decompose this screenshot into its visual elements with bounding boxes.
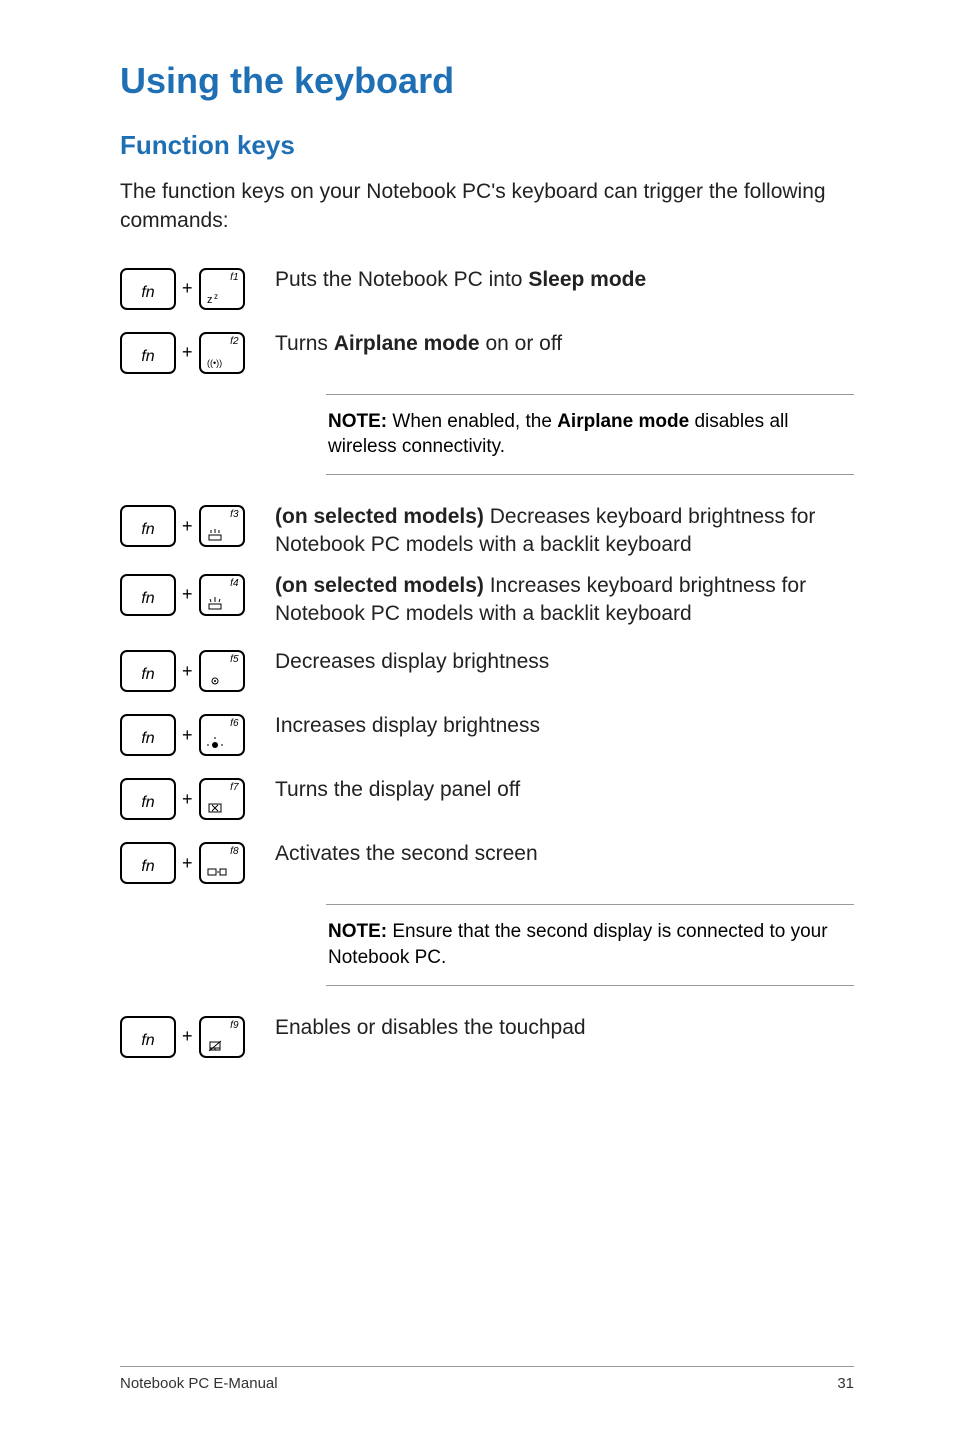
plus-icon: +	[180, 1026, 195, 1047]
desc-f4: (on selected models) Increases keyboard …	[275, 572, 854, 629]
key-fn: fn	[120, 842, 176, 884]
row-f2: fn + f2 ((•)) Turns Airplane mode on or …	[120, 330, 854, 374]
key-f9: f9	[199, 1016, 245, 1058]
key-f5-label: f5	[230, 654, 238, 665]
svg-text:z: z	[214, 292, 218, 301]
note2-post: Ensure that the second display is connec…	[328, 921, 828, 968]
note1-bold1: NOTE:	[328, 411, 387, 432]
plus-icon: +	[180, 853, 195, 874]
desc-f9: Enables or disables the touchpad	[275, 1014, 854, 1042]
key-fn: fn	[120, 778, 176, 820]
desc-f2: Turns Airplane mode on or off	[275, 330, 854, 358]
keycombo-f6: fn + f6	[120, 712, 275, 756]
key-f6-label: f6	[230, 718, 238, 729]
desc-f2-bold: Airplane mode	[334, 332, 480, 355]
row-f6: fn + f6 Increases display brightness	[120, 712, 854, 756]
key-f7-label: f7	[230, 782, 238, 793]
key-f6: f6	[199, 714, 245, 756]
row-f7: fn + f7 Turns the display panel off	[120, 776, 854, 820]
page-title: Using the keyboard	[120, 60, 854, 102]
key-f7: f7	[199, 778, 245, 820]
plus-icon: +	[180, 516, 195, 537]
keyboard-bright-icon	[207, 597, 225, 611]
row-f5: fn + f5 Decreases display brightness	[120, 648, 854, 692]
brightness-up-icon	[207, 737, 223, 751]
airplane-icon: ((•))	[207, 355, 225, 369]
touchpad-icon	[207, 1039, 223, 1053]
plus-icon: +	[180, 725, 195, 746]
desc-f2-pre: Turns	[275, 332, 334, 355]
key-fn: fn	[120, 1016, 176, 1058]
note-second-screen: NOTE: Ensure that the second display is …	[326, 904, 854, 985]
desc-f8: Activates the second screen	[275, 840, 854, 868]
row-f1: fn + f1 zz Puts the Notebook PC into Sle…	[120, 266, 854, 310]
note2-bold: NOTE:	[328, 921, 387, 942]
svg-text:z: z	[207, 294, 213, 305]
key-fn: fn	[120, 505, 176, 547]
note1-bold2: Airplane mode	[557, 411, 689, 432]
desc-f6: Increases display brightness	[275, 712, 854, 740]
key-fn: fn	[120, 714, 176, 756]
row-f8: fn + f8 Activates the second screen	[120, 840, 854, 884]
keycombo-f1: fn + f1 zz	[120, 266, 275, 310]
keycombo-f4: fn + f4	[120, 572, 275, 616]
plus-icon: +	[180, 584, 195, 605]
key-f9-label: f9	[230, 1020, 238, 1031]
keycombo-f8: fn + f8	[120, 840, 275, 884]
keycombo-f9: fn + f9	[120, 1014, 275, 1058]
plus-icon: +	[180, 661, 195, 682]
key-f3: f3	[199, 505, 245, 547]
key-f5: f5	[199, 650, 245, 692]
key-f1-label: f1	[230, 272, 238, 283]
desc-f1-pre: Puts the Notebook PC into	[275, 268, 528, 291]
key-fn: fn	[120, 650, 176, 692]
key-fn: fn	[120, 332, 176, 374]
brightness-down-icon	[207, 673, 223, 687]
svg-text:((•)): ((•))	[207, 358, 222, 368]
key-f8-label: f8	[230, 846, 238, 857]
keycombo-f2: fn + f2 ((•))	[120, 330, 275, 374]
key-f2-label: f2	[230, 336, 238, 347]
row-f3: fn + f3 (on selected models) Decreases k…	[120, 503, 854, 560]
key-f2: f2 ((•))	[199, 332, 245, 374]
desc-f2-post: on or off	[480, 332, 563, 355]
desc-f5: Decreases display brightness	[275, 648, 854, 676]
plus-icon: +	[180, 789, 195, 810]
footer-page-number: 31	[837, 1375, 854, 1392]
plus-icon: +	[180, 278, 195, 299]
desc-f3-bold: (on selected models)	[275, 505, 484, 528]
plus-icon: +	[180, 342, 195, 363]
desc-f1-bold: Sleep mode	[528, 268, 646, 291]
section-heading: Function keys	[120, 130, 854, 161]
key-f4-label: f4	[230, 578, 238, 589]
desc-f4-bold: (on selected models)	[275, 574, 484, 597]
desc-f3: (on selected models) Decreases keyboard …	[275, 503, 854, 560]
key-f1: f1 zz	[199, 268, 245, 310]
key-fn: fn	[120, 574, 176, 616]
row-f4: fn + f4 (on selected models) Increases k…	[120, 572, 854, 629]
keycombo-f7: fn + f7	[120, 776, 275, 820]
key-f3-label: f3	[230, 509, 238, 520]
footer-left: Notebook PC E-Manual	[120, 1375, 278, 1392]
page-footer: Notebook PC E-Manual 31	[120, 1366, 854, 1392]
note-airplane: NOTE: When enabled, the Airplane mode di…	[326, 394, 854, 475]
key-f8: f8	[199, 842, 245, 884]
row-f9: fn + f9 Enables or disables the touchpad	[120, 1014, 854, 1058]
display-off-icon	[207, 801, 223, 815]
sleep-icon: zz	[207, 291, 223, 305]
keycombo-f3: fn + f3	[120, 503, 275, 547]
second-screen-icon	[207, 865, 227, 879]
intro-text: The function keys on your Notebook PC's …	[120, 177, 854, 236]
keycombo-f5: fn + f5	[120, 648, 275, 692]
key-fn: fn	[120, 268, 176, 310]
desc-f1: Puts the Notebook PC into Sleep mode	[275, 266, 854, 294]
key-f4: f4	[199, 574, 245, 616]
keyboard-dim-icon	[207, 528, 225, 542]
note1-mid: When enabled, the	[387, 411, 557, 432]
desc-f7: Turns the display panel off	[275, 776, 854, 804]
